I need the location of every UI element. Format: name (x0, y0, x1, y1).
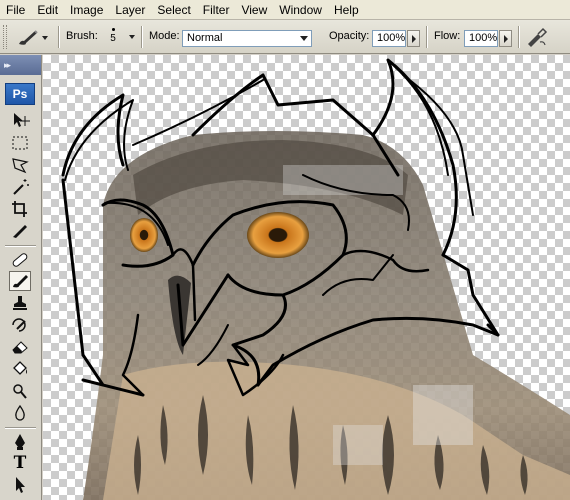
chevron-down-icon (300, 36, 308, 41)
menu-view[interactable]: View (235, 0, 273, 20)
owl-right-eye (247, 212, 309, 258)
lasso-tool[interactable] (9, 155, 31, 175)
dodge-icon (13, 384, 27, 399)
slice-tool[interactable] (9, 221, 31, 241)
flow-label: Flow: (434, 30, 461, 42)
chevron-down-icon (42, 36, 48, 40)
menu-help[interactable]: Help (328, 0, 365, 20)
tools-palette: ▸▸ Ps T (0, 55, 42, 500)
polygonal-lasso-icon (12, 158, 29, 174)
pen-nib-icon (15, 434, 25, 450)
magic-wand-icon (13, 179, 29, 195)
menu-filter[interactable]: Filter (197, 0, 236, 20)
flow-input[interactable]: 100% (464, 30, 498, 47)
menu-file[interactable]: File (0, 0, 31, 20)
healing-brush-tool[interactable] (9, 250, 31, 270)
palette-separator (5, 245, 36, 247)
opacity-input[interactable]: 100% (372, 30, 406, 47)
blur-drop-icon (15, 404, 25, 421)
menu-edit[interactable]: Edit (31, 0, 64, 20)
slice-knife-icon (13, 225, 27, 238)
airbrush-icon (528, 27, 548, 47)
options-bar-grip[interactable] (3, 25, 7, 49)
mode-label: Mode: (149, 30, 180, 42)
blend-mode-select[interactable]: Normal (182, 30, 312, 47)
brush-tool[interactable] (9, 271, 31, 291)
history-brush-icon (12, 318, 26, 332)
flow-slider-button[interactable] (499, 30, 512, 47)
palette-separator (5, 427, 36, 429)
paintbrush-icon (13, 275, 28, 288)
menu-bar: File Edit Image Layer Select Filter View… (0, 0, 570, 20)
crop-tool[interactable] (9, 199, 31, 219)
brush-label: Brush: (66, 30, 98, 42)
marquee-tool[interactable] (9, 133, 31, 153)
brush-tip-dot (111, 28, 115, 31)
pen-tool[interactable] (9, 432, 31, 452)
tools-palette-header[interactable]: ▸▸ (0, 55, 41, 75)
owl-artwork (61, 58, 570, 500)
paint-bucket-tool[interactable] (9, 359, 31, 379)
move-tool[interactable] (9, 110, 31, 130)
menu-window[interactable]: Window (273, 0, 328, 20)
history-brush-tool[interactable] (9, 315, 31, 335)
brush-size-preview[interactable]: 5 (102, 25, 124, 49)
photoshop-logo[interactable]: Ps (5, 83, 35, 105)
magic-wand-tool[interactable] (9, 177, 31, 197)
bandage-icon (12, 253, 28, 267)
crop-icon (12, 201, 27, 217)
eraser-tool[interactable] (9, 337, 31, 357)
eraser-icon (12, 341, 28, 354)
brush-picker-arrow[interactable] (129, 35, 135, 39)
blend-mode-value: Normal (187, 32, 223, 44)
selection-arrow-icon (16, 477, 25, 493)
path-selection-tool[interactable] (9, 475, 31, 495)
opacity-slider-button[interactable] (407, 30, 420, 47)
tool-preset-picker[interactable] (12, 26, 52, 48)
options-separator (518, 26, 520, 48)
move-icon (14, 113, 30, 127)
brush-icon (19, 30, 38, 45)
options-bar: Brush: 5 Mode: Normal Opacity: 100% Flow… (0, 20, 570, 54)
airbrush-toggle[interactable] (524, 26, 548, 48)
rectangle-marquee-icon (12, 136, 28, 150)
options-separator (58, 26, 60, 48)
clone-stamp-tool[interactable] (9, 293, 31, 313)
opacity-label: Opacity: (329, 30, 370, 42)
document-canvas[interactable] (43, 55, 570, 500)
menu-image[interactable]: Image (64, 0, 109, 20)
brush-size-value: 5 (110, 33, 116, 44)
menu-select[interactable]: Select (151, 0, 196, 20)
blur-tool[interactable] (9, 403, 31, 423)
dodge-tool[interactable] (9, 381, 31, 401)
owl-left-eye (130, 218, 158, 252)
double-chevron-icon: ▸▸ (4, 60, 11, 70)
options-separator (426, 26, 428, 48)
type-tool[interactable]: T (9, 453, 31, 473)
stamp-icon (13, 296, 27, 310)
menu-layer[interactable]: Layer (109, 0, 151, 20)
paint-bucket-icon (13, 361, 27, 375)
options-separator (141, 26, 143, 48)
